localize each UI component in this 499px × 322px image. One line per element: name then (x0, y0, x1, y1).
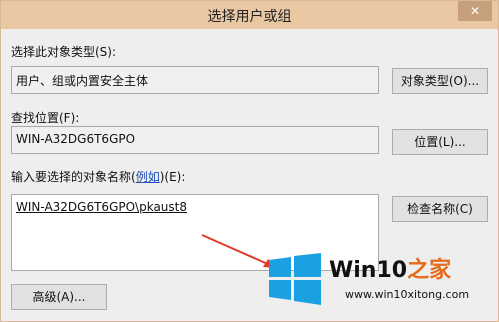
object-names-value: WIN-A32DG6T6GPO\pkaust8 (16, 200, 187, 214)
close-button[interactable]: ✕ (458, 1, 492, 21)
advanced-button[interactable]: 高级(A)... (11, 284, 107, 310)
location-value: WIN-A32DG6T6GPO (16, 132, 136, 146)
object-names-label: 输入要选择的对象名称(例如)(E): (11, 168, 185, 185)
watermark-url: www.win10xitong.com (345, 288, 470, 301)
location-field: WIN-A32DG6T6GPO (11, 126, 379, 154)
object-names-label-suffix: )(E): (159, 170, 186, 184)
object-type-label: 选择此对象类型(S): (11, 45, 117, 59)
check-names-button[interactable]: 检查名称(C) (392, 196, 488, 222)
watermark: Win10之家 www.win10xitong.com (263, 248, 499, 314)
object-type-field: 用户、组或内置安全主体 (11, 66, 379, 94)
watermark-brand: Win10之家 (329, 252, 451, 284)
dialog-title: 选择用户或组 (207, 9, 292, 25)
watermark-brand-text: Win10 (329, 258, 408, 283)
location-label: 查找位置(F): (11, 111, 80, 125)
title-bar: 选择用户或组 ✕ (1, 1, 498, 29)
examples-link[interactable]: 例如 (136, 170, 160, 184)
watermark-brand-suffix: 之家 (407, 258, 452, 283)
select-users-dialog: 选择用户或组 ✕ 选择此对象类型(S): 用户、组或内置安全主体 对象类型(O)… (0, 0, 499, 322)
locations-button[interactable]: 位置(L)... (392, 129, 488, 155)
windows-logo-icon (269, 253, 321, 305)
close-icon: ✕ (469, 4, 481, 18)
object-names-label-prefix: 输入要选择的对象名称( (11, 170, 136, 184)
object-type-value: 用户、组或内置安全主体 (16, 74, 149, 88)
object-types-button[interactable]: 对象类型(O)... (392, 68, 488, 94)
